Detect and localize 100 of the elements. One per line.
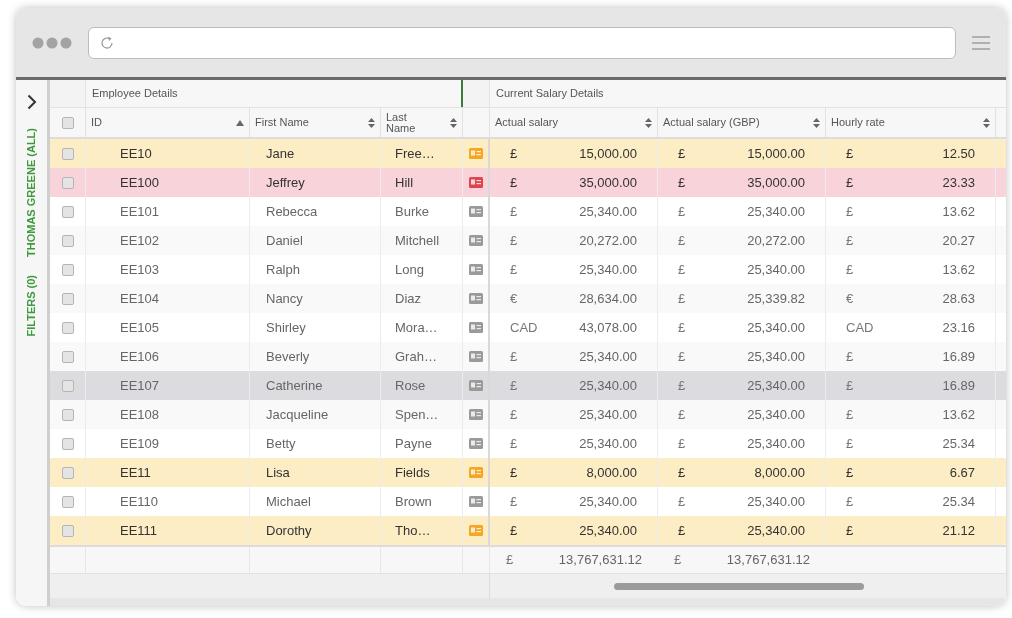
currency-symbol: £ xyxy=(678,318,686,337)
id-card-icon[interactable] xyxy=(468,467,483,478)
side-tab[interactable]: THOMAS GREENE (ALL) xyxy=(23,128,40,257)
table-cell-text: EE101 xyxy=(120,202,160,221)
table-cell-text: 25,340.00 xyxy=(579,521,637,540)
table-row[interactable]: EE106 Beverly Grah… £ 25,340.00 £ 25,340.00 £ 16.89 xyxy=(50,342,1006,371)
id-card-icon[interactable] xyxy=(468,235,483,246)
table-cell-text: 12.50 xyxy=(942,144,975,163)
table-cell-text: 25,340.00 xyxy=(579,376,637,395)
column-header[interactable]: Actual salary (GBP) xyxy=(658,108,826,137)
menu-icon[interactable] xyxy=(972,35,990,50)
row-checkbox[interactable] xyxy=(61,321,74,334)
table-cell-text: EE104 xyxy=(120,289,160,308)
row-checkbox[interactable] xyxy=(61,437,74,450)
sort-icon[interactable] xyxy=(813,117,820,128)
id-card-icon[interactable] xyxy=(468,380,483,391)
table-cell-text: EE106 xyxy=(120,347,160,366)
table-cell-text: Catherine xyxy=(266,376,323,395)
table-cell-text: 25,340.00 xyxy=(747,347,805,366)
table-cell-text: 35,000.00 xyxy=(579,173,637,192)
id-card-icon[interactable] xyxy=(468,293,483,304)
currency-symbol: £ xyxy=(678,376,686,395)
sort-icon[interactable] xyxy=(645,117,652,128)
table-row[interactable]: EE108 Jacqueline Spen… £ 25,340.00 £ 25,340.00 £ 13.62 xyxy=(50,400,1006,429)
column-header[interactable]: Hourly rate xyxy=(826,108,996,137)
table-row[interactable]: EE104 Nancy Diaz € 28,634.00 £ 25,339.82 € 28.63 xyxy=(50,284,1006,313)
table-cell-text: 13.62 xyxy=(942,202,975,221)
id-card-icon[interactable] xyxy=(468,177,483,188)
column-header[interactable]: Last Name xyxy=(381,108,463,137)
row-checkbox[interactable] xyxy=(61,263,74,276)
id-card-icon[interactable] xyxy=(468,351,483,362)
currency-symbol: CAD xyxy=(510,318,538,337)
column-header[interactable]: Actual salary xyxy=(490,108,658,137)
table-row[interactable]: EE107 Catherine Rose £ 25,340.00 £ 25,340.00 £ 16.89 xyxy=(50,371,1006,400)
table-row[interactable]: EE11 Lisa Fields £ 8,000.00 £ 8,000.00 £ 6.67 xyxy=(50,458,1006,487)
currency-symbol: £ xyxy=(510,405,518,424)
table-cell-text: Tho… xyxy=(395,521,431,540)
table-cell-text: 25,340.00 xyxy=(747,405,805,424)
currency-symbol: £ xyxy=(846,231,854,250)
table-row[interactable]: EE102 Daniel Mitchell £ 20,272.00 £ 20,272.00 £ 20.27 xyxy=(50,226,1006,255)
row-checkbox[interactable] xyxy=(61,524,74,537)
table-cell-text: Fields xyxy=(395,463,430,482)
table-cell-text: 25,339.82 xyxy=(747,289,805,308)
table-cell-text: 20,272.00 xyxy=(579,231,637,250)
row-checkbox[interactable] xyxy=(61,466,74,479)
currency-symbol: £ xyxy=(678,144,686,163)
currency-symbol: £ xyxy=(678,289,686,308)
table-row[interactable]: EE10 Jane Free… £ 15,000.00 £ 15,000.00 £ 12.50 xyxy=(50,139,1006,168)
row-checkbox[interactable] xyxy=(61,176,74,189)
sort-ascending-icon[interactable] xyxy=(236,119,244,126)
column-header[interactable]: ID xyxy=(86,108,250,137)
row-checkbox[interactable] xyxy=(61,292,74,305)
currency-symbol: £ xyxy=(846,376,854,395)
table-cell-text: Daniel xyxy=(266,231,303,250)
sort-icon[interactable] xyxy=(450,117,457,128)
row-checkbox[interactable] xyxy=(61,408,74,421)
table-row[interactable]: EE100 Jeffrey Hill £ 35,000.00 £ 35,000.00 £ 23.33 xyxy=(50,168,1006,197)
currency-symbol: £ xyxy=(510,492,518,511)
side-tab[interactable]: FILTERS (0) xyxy=(23,274,40,337)
currency-symbol: £ xyxy=(846,405,854,424)
table-row[interactable]: EE111 Dorothy Tho… £ 25,340.00 £ 25,340.00 £ 21.12 xyxy=(50,516,1006,545)
currency-symbol: £ xyxy=(506,551,514,570)
currency-symbol: £ xyxy=(678,347,686,366)
currency-symbol: £ xyxy=(674,551,682,570)
id-card-icon[interactable] xyxy=(468,148,483,159)
currency-symbol: CAD xyxy=(846,318,874,337)
row-checkbox[interactable] xyxy=(61,350,74,363)
reload-icon[interactable] xyxy=(99,34,115,51)
id-card-icon[interactable] xyxy=(468,438,483,449)
row-checkbox[interactable] xyxy=(61,116,74,129)
address-bar[interactable] xyxy=(88,26,956,59)
table-cell-text: Diaz xyxy=(395,289,421,308)
sort-icon[interactable] xyxy=(368,117,375,128)
row-checkbox[interactable] xyxy=(61,205,74,218)
table-cell-text: 25,340.00 xyxy=(579,202,637,221)
currency-symbol: £ xyxy=(510,260,518,279)
id-card-icon[interactable] xyxy=(468,264,483,275)
id-card-icon[interactable] xyxy=(468,496,483,507)
table-cell-text: EE111 xyxy=(120,521,158,540)
currency-symbol: £ xyxy=(510,434,518,453)
currency-symbol: £ xyxy=(846,434,854,453)
id-card-icon[interactable] xyxy=(468,322,483,333)
row-checkbox[interactable] xyxy=(61,379,74,392)
row-checkbox[interactable] xyxy=(61,495,74,508)
table-cell-text: 20.27 xyxy=(942,231,975,250)
currency-symbol: £ xyxy=(846,144,854,163)
row-checkbox[interactable] xyxy=(61,147,74,160)
column-header[interactable]: First Name xyxy=(250,108,381,137)
currency-symbol: £ xyxy=(510,521,518,540)
sort-icon[interactable] xyxy=(983,117,990,128)
id-card-icon[interactable] xyxy=(468,525,483,536)
table-cell-text: 25,340.00 xyxy=(747,260,805,279)
id-card-icon[interactable] xyxy=(468,206,483,217)
row-checkbox[interactable] xyxy=(61,234,74,247)
id-card-icon[interactable] xyxy=(468,409,483,420)
table-cell-text: 43,078.00 xyxy=(579,318,637,337)
scrollbar-thumb[interactable] xyxy=(614,582,864,590)
expand-chevron-icon[interactable] xyxy=(26,94,37,110)
table-cell-text: Mora… xyxy=(395,318,438,337)
table-cell-text: 25,340.00 xyxy=(747,318,805,337)
